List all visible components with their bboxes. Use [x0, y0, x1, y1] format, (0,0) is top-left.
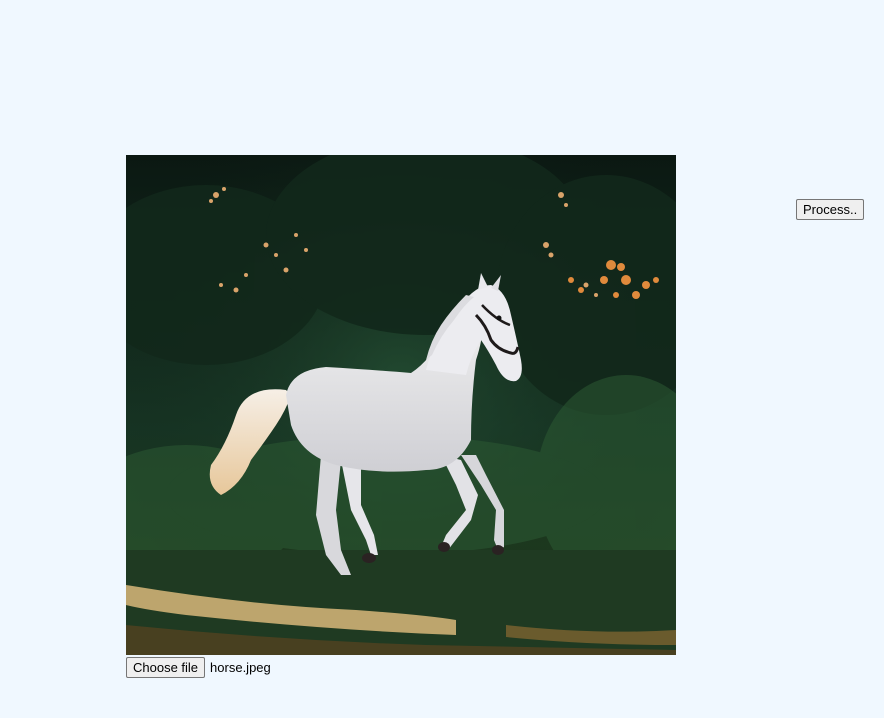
- process-button[interactable]: Process..: [796, 199, 865, 220]
- file-input: Choose file horse.jpeg: [126, 657, 271, 678]
- horse-image: [126, 155, 676, 655]
- selected-file-name: horse.jpeg: [210, 660, 271, 675]
- image-preview: [126, 155, 676, 655]
- page: Process.. Choose file horse.jpeg: [0, 0, 884, 718]
- choose-file-button[interactable]: Choose file: [126, 657, 206, 678]
